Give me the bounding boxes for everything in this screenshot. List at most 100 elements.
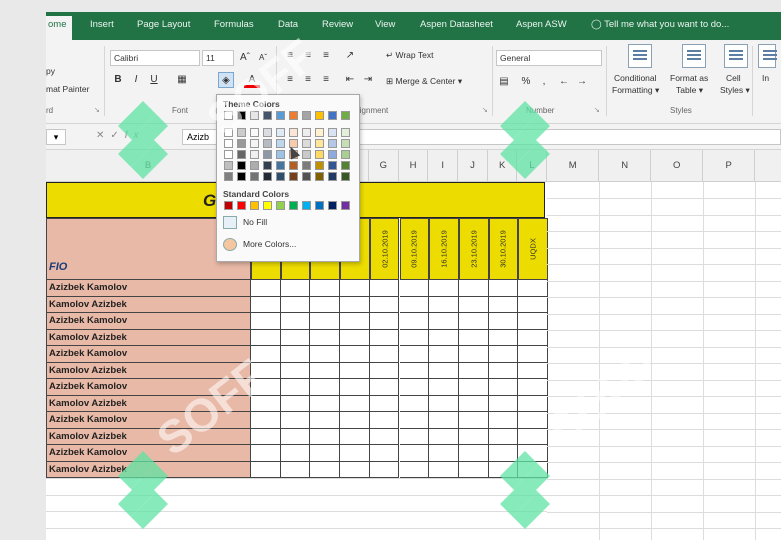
column-header-j[interactable]: J [458, 150, 488, 182]
attendance-cell[interactable] [369, 362, 400, 379]
attendance-cell[interactable] [488, 412, 519, 429]
attendance-cell[interactable] [458, 412, 489, 429]
attendance-cell[interactable] [399, 329, 430, 346]
name-cell[interactable]: Kamolov Azizbek [46, 362, 251, 379]
theme-color-swatch[interactable] [341, 128, 350, 137]
theme-color-swatch[interactable] [237, 128, 246, 137]
attendance-cell[interactable] [310, 362, 341, 379]
theme-color-swatch[interactable] [263, 111, 272, 120]
attendance-cell[interactable] [399, 379, 430, 396]
name-cell[interactable]: Azizbek Kamolov [46, 445, 251, 462]
attendance-cell[interactable] [251, 329, 281, 346]
attendance-cell[interactable] [310, 428, 341, 445]
attendance-cell[interactable] [310, 346, 341, 363]
attendance-cell[interactable] [251, 395, 281, 412]
attendance-cell[interactable] [458, 362, 489, 379]
attendance-cell[interactable] [518, 329, 548, 346]
column-header-o[interactable]: O [651, 150, 704, 182]
copy-button[interactable]: py [46, 66, 55, 76]
attendance-cell[interactable] [458, 346, 489, 363]
increase-font-icon[interactable]: Aˆ [237, 50, 253, 66]
theme-color-swatch[interactable] [276, 161, 285, 170]
attendance-cell[interactable] [429, 280, 459, 297]
attendance-cell[interactable] [458, 329, 489, 346]
theme-color-swatch[interactable] [263, 172, 272, 181]
theme-color-swatch[interactable] [302, 161, 311, 170]
font-color-button[interactable]: A [244, 72, 260, 88]
attendance-cell[interactable] [251, 379, 281, 396]
cancel-icon[interactable]: ✕ [96, 130, 110, 141]
font-name-select[interactable]: Calibri [110, 50, 200, 66]
attendance-cell[interactable] [429, 428, 459, 445]
theme-color-swatch[interactable] [289, 172, 298, 181]
attendance-cell[interactable] [458, 428, 489, 445]
attendance-cell[interactable] [399, 412, 430, 429]
theme-color-swatch[interactable] [341, 139, 350, 148]
attendance-cell[interactable] [369, 280, 400, 297]
accounting-format-icon[interactable]: ▤ [496, 74, 512, 90]
theme-color-swatch[interactable] [276, 128, 285, 137]
theme-color-swatch[interactable] [250, 139, 259, 148]
column-header-n[interactable]: N [599, 150, 652, 182]
attendance-cell[interactable] [458, 296, 489, 313]
tab-aspen-datasheet[interactable]: Aspen Datasheet [420, 19, 493, 30]
attendance-cell[interactable] [280, 280, 311, 297]
attendance-cell[interactable] [488, 395, 519, 412]
theme-color-swatch[interactable] [341, 172, 350, 181]
attendance-cell[interactable] [429, 395, 459, 412]
attendance-cell[interactable] [340, 313, 370, 330]
attendance-cell[interactable] [488, 296, 519, 313]
attendance-cell[interactable] [429, 313, 459, 330]
theme-color-swatch[interactable] [250, 150, 259, 159]
attendance-cell[interactable] [399, 461, 430, 478]
attendance-cell[interactable] [251, 346, 281, 363]
theme-color-swatch[interactable] [224, 172, 233, 181]
attendance-cell[interactable] [429, 296, 459, 313]
theme-color-swatch[interactable] [315, 150, 324, 159]
attendance-cell[interactable] [340, 296, 370, 313]
format-as-table-button[interactable]: Format as [670, 73, 708, 83]
name-cell[interactable]: Azizbek Kamolov [46, 346, 251, 363]
more-colors-option[interactable]: More Colors... [221, 237, 355, 253]
attendance-cell[interactable] [429, 379, 459, 396]
column-header-m[interactable]: M [547, 150, 600, 182]
attendance-cell[interactable] [458, 313, 489, 330]
column-header-h[interactable]: H [399, 150, 429, 182]
attendance-cell[interactable] [429, 329, 459, 346]
increase-decimal-icon[interactable]: ← [556, 74, 572, 90]
tab-aspen-asw[interactable]: Aspen ASW [516, 19, 567, 30]
theme-color-swatch[interactable] [341, 161, 350, 170]
attendance-cell[interactable] [280, 428, 311, 445]
attendance-cell[interactable] [458, 395, 489, 412]
theme-color-swatch[interactable] [237, 172, 246, 181]
attendance-cell[interactable] [369, 428, 400, 445]
attendance-cell[interactable] [280, 395, 311, 412]
attendance-cell[interactable] [340, 280, 370, 297]
attendance-cell[interactable] [340, 395, 370, 412]
attendance-cell[interactable] [488, 329, 519, 346]
attendance-cell[interactable] [310, 445, 341, 462]
attendance-cell[interactable] [518, 428, 548, 445]
tab-review[interactable]: Review [322, 19, 353, 30]
column-header-k[interactable]: K [488, 150, 518, 182]
theme-color-swatch[interactable] [315, 128, 324, 137]
theme-color-swatch[interactable] [263, 139, 272, 148]
date-header-cell[interactable]: 30.10.2019 [488, 218, 519, 280]
tell-me-search[interactable]: ◯ Tell me what you want to do... [591, 19, 729, 30]
date-header-cell[interactable]: 16.10.2019 [429, 218, 459, 280]
attendance-cell[interactable] [429, 362, 459, 379]
theme-color-swatch[interactable] [224, 111, 233, 120]
theme-color-swatch[interactable] [315, 139, 324, 148]
attendance-cell[interactable] [310, 329, 341, 346]
attendance-cell[interactable] [458, 461, 489, 478]
percent-style-icon[interactable]: % [518, 74, 534, 90]
theme-color-swatch[interactable] [263, 128, 272, 137]
attendance-cell[interactable] [340, 428, 370, 445]
cell-styles-button[interactable]: Cell [726, 73, 741, 83]
theme-color-swatch[interactable] [289, 161, 298, 170]
theme-color-swatch[interactable] [276, 150, 285, 159]
attendance-cell[interactable] [369, 329, 400, 346]
theme-color-swatch[interactable] [315, 111, 324, 120]
theme-color-swatch[interactable] [289, 111, 298, 120]
attendance-cell[interactable] [488, 445, 519, 462]
